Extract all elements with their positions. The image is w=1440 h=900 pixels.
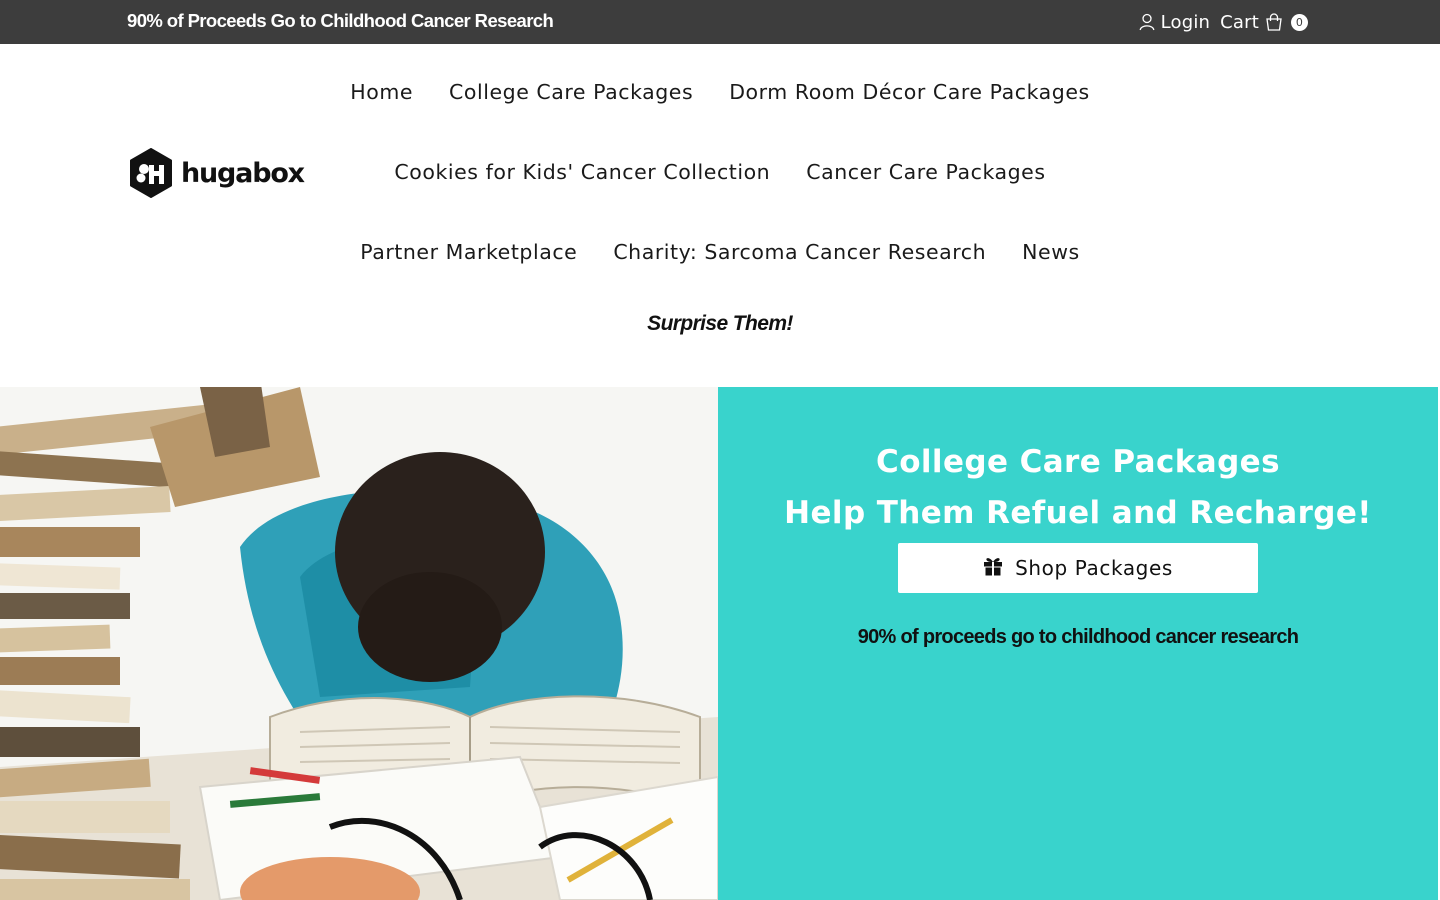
nav-item-dorm-room-decor[interactable]: Dorm Room Décor Care Packages: [729, 80, 1090, 104]
hero-subtitle: Help Them Refuel and Recharge!: [784, 495, 1372, 531]
hero-note: 90% of proceeds go to childhood cancer r…: [857, 626, 1299, 648]
student-asleep-on-books-photo: [0, 387, 718, 900]
nav-row-2: Cookies for Kids' Cancer Collection Canc…: [0, 160, 1440, 184]
nav-item-partner-marketplace[interactable]: Partner Marketplace: [360, 240, 577, 264]
announcement-text: 90% of Proceeds Go to Childhood Cancer R…: [127, 10, 554, 31]
hero-title: College Care Packages: [876, 444, 1280, 480]
login-link[interactable]: Login: [1139, 12, 1211, 33]
nav-row-1: Home College Care Packages Dorm Room Déc…: [0, 80, 1440, 104]
user-icon: [1139, 13, 1155, 31]
nav-item-cookies-for-kids[interactable]: Cookies for Kids' Cancer Collection: [394, 160, 770, 184]
nav-item-news[interactable]: News: [1022, 240, 1080, 264]
nav-item-surprise-them[interactable]: Surprise Them!: [0, 312, 1440, 336]
nav-item-charity-sarcoma[interactable]: Charity: Sarcoma Cancer Research: [613, 240, 986, 264]
hero-image: [0, 387, 718, 900]
cart-count-badge: 0: [1291, 13, 1308, 31]
shopping-bag-icon: [1265, 13, 1283, 31]
nav-item-cancer-care-packages[interactable]: Cancer Care Packages: [806, 160, 1045, 184]
cart-label: Cart: [1220, 11, 1259, 33]
nav-item-college-care-packages[interactable]: College Care Packages: [449, 80, 693, 104]
cart-link[interactable]: Cart 0: [1220, 12, 1308, 33]
gift-icon: [983, 556, 1003, 581]
shop-packages-button[interactable]: Shop Packages: [898, 543, 1258, 593]
login-label: Login: [1160, 11, 1211, 33]
account-links: Login Cart 0: [1139, 10, 1308, 34]
announcement-bar: 90% of Proceeds Go to Childhood Cancer R…: [0, 0, 1440, 44]
nav-item-home[interactable]: Home: [350, 80, 413, 104]
shop-packages-label: Shop Packages: [1015, 556, 1173, 580]
hero-panel: College Care Packages Help Them Refuel a…: [718, 387, 1438, 900]
nav-row-3: Partner Marketplace Charity: Sarcoma Can…: [0, 240, 1440, 264]
